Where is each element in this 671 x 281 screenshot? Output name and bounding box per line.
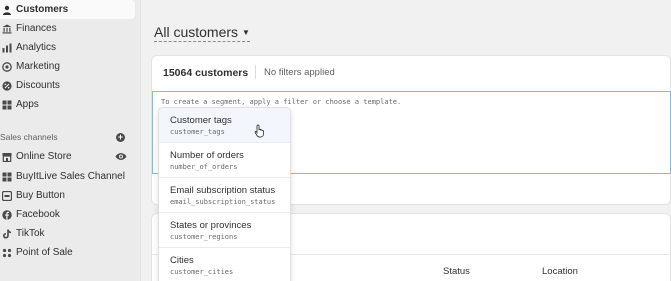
sidebar-item-point-of-sale[interactable]: Point of Sale	[0, 243, 135, 262]
bar-chart-icon	[1, 42, 12, 53]
facebook-icon	[1, 209, 12, 220]
percent-icon	[1, 80, 12, 91]
sidebar-item-tiktok[interactable]: TikTok	[0, 224, 135, 243]
caret-down-icon: ▼	[242, 27, 250, 37]
add-sales-channel-icon[interactable]: +	[116, 133, 125, 142]
divider	[255, 65, 256, 79]
sales-channels-heading: Sales channels	[0, 132, 58, 142]
dropdown-option-email-subscription-status[interactable]: Email subscription status email_subscrip…	[159, 178, 290, 213]
eye-icon[interactable]	[115, 152, 127, 161]
sidebar-item-label: Online Store	[16, 151, 72, 162]
sidebar-item-label: Apps	[16, 99, 39, 110]
sidebar-item-finances[interactable]: Finances	[0, 19, 135, 38]
option-label: Customer tags	[170, 115, 232, 126]
dropdown-option-customer-tags[interactable]: Customer tags customer_tags	[159, 108, 290, 143]
hand-cursor-icon	[254, 124, 264, 138]
filter-dropdown: Customer tags customer_tags Number of or…	[158, 107, 291, 281]
sidebar-item-buy-button[interactable]: Buy Button	[0, 186, 135, 205]
option-label: Number of orders	[170, 150, 244, 161]
option-label: Email subscription status	[170, 185, 276, 196]
sidebar-item-label: BuyItLive Sales Channel	[16, 171, 125, 182]
customer-count: 15064 customers	[163, 67, 249, 79]
option-label: Cities	[170, 255, 194, 266]
option-key: customer_cities	[170, 268, 234, 276]
sidebar-item-label: Marketing	[16, 61, 60, 72]
page-title-text: All customers	[154, 24, 239, 40]
option-key: email_subscription_status	[170, 198, 276, 206]
dropdown-option-number-of-orders[interactable]: Number of orders number_of_orders	[159, 143, 290, 178]
filters-status: No filters applied	[264, 67, 335, 78]
sidebar-item-customers[interactable]: Customers	[0, 0, 135, 19]
tiktok-icon	[1, 228, 12, 239]
dropdown-option-cities[interactable]: Cities customer_cities	[159, 248, 290, 281]
buy-button-icon	[1, 190, 12, 201]
person-icon	[1, 4, 12, 15]
page-title[interactable]: All customers ▼	[154, 24, 250, 42]
editor-placeholder: To create a segment, apply a filter or c…	[161, 98, 402, 106]
sidebar-item-label: Facebook	[16, 209, 60, 220]
pos-icon	[1, 247, 12, 258]
dropdown-option-states-or-provinces[interactable]: States or provinces customer_regions	[159, 213, 290, 248]
sidebar-item-label: Buy Button	[16, 190, 65, 201]
grid-icon	[1, 99, 12, 110]
sidebar-item-marketing[interactable]: Marketing	[0, 57, 135, 76]
buyitlive-icon	[1, 171, 12, 182]
sidebar-item-buyitlive[interactable]: BuyItLive Sales Channel	[0, 167, 135, 186]
sidebar-item-label: Analytics	[16, 42, 57, 53]
sidebar-item-label: Finances	[16, 23, 57, 34]
option-key: customer_tags	[170, 128, 225, 136]
sidebar-item-discounts[interactable]: Discounts	[0, 76, 135, 95]
sidebar-item-facebook[interactable]: Facebook	[0, 205, 135, 224]
sidebar-item-analytics[interactable]: Analytics	[0, 38, 135, 57]
option-key: customer_regions	[170, 233, 238, 241]
sidebar-item-label: Point of Sale	[16, 247, 73, 258]
column-header-status[interactable]: Status	[443, 266, 470, 277]
option-key: number_of_orders	[170, 163, 238, 171]
sidebar-item-label: Discounts	[16, 80, 60, 91]
sidebar-item-apps[interactable]: Apps	[0, 95, 135, 114]
bank-icon	[1, 23, 12, 34]
column-header-location[interactable]: Location	[542, 266, 578, 277]
target-icon	[1, 61, 12, 72]
sidebar-item-label: Customers	[16, 4, 69, 15]
store-icon	[1, 151, 12, 162]
sidebar-item-label: TikTok	[16, 228, 45, 239]
sidebar: Customers Finances Analytics Marketing D…	[0, 0, 141, 281]
option-label: States or provinces	[170, 220, 252, 231]
